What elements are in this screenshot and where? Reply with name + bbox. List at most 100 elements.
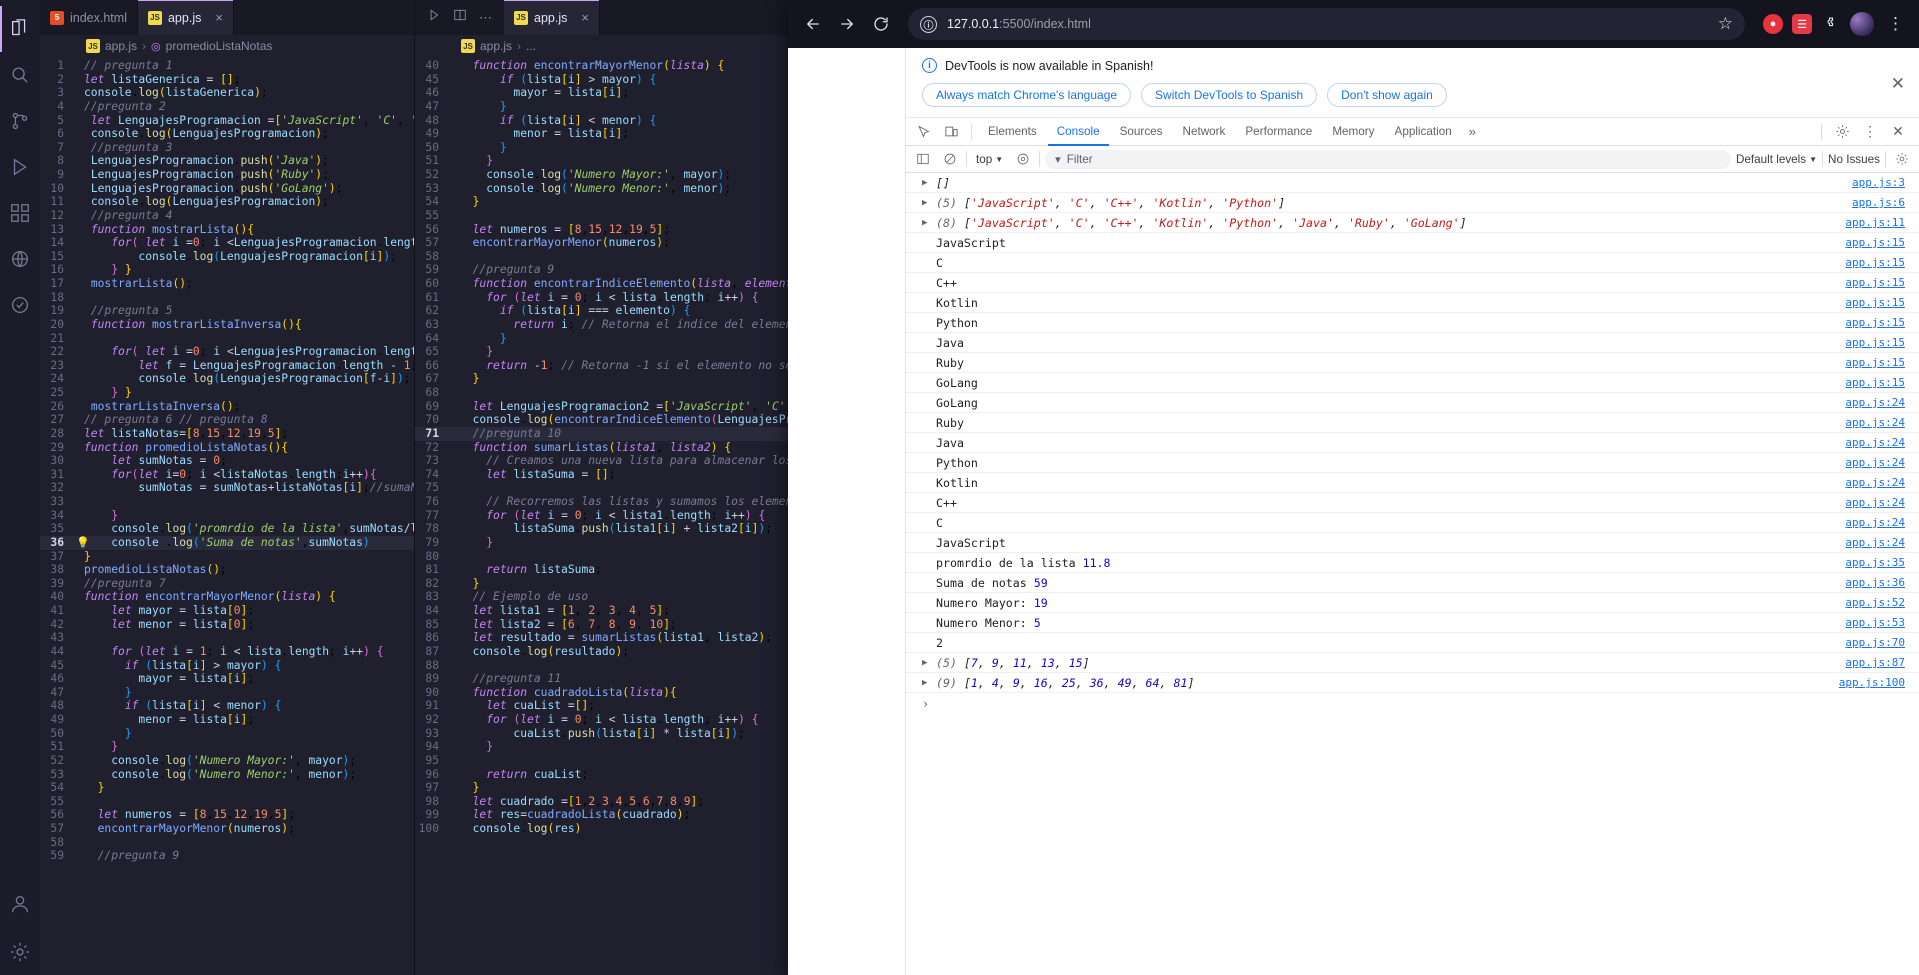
console-row[interactable]: Python app.js:15	[906, 313, 1919, 333]
tab-performance[interactable]: Performance	[1236, 118, 1321, 146]
tab-app-js[interactable]: JS app.js ×	[137, 0, 234, 35]
console-source-link[interactable]: app.js:15	[1845, 316, 1905, 329]
console-filter-input[interactable]: ▾ Filter	[1045, 149, 1731, 169]
console-source-link[interactable]: app.js:52	[1845, 596, 1905, 609]
profile-avatar[interactable]	[1850, 12, 1874, 36]
source-control-icon[interactable]	[0, 98, 40, 144]
console-source-link[interactable]: app.js:36	[1845, 576, 1905, 589]
console-source-link[interactable]: app.js:35	[1845, 556, 1905, 569]
console-message-list[interactable]: ▶[] app.js:3 ▶ (5) ['JavaScript', 'C', 'C++…	[906, 173, 1919, 975]
site-info-icon[interactable]: ⓘ	[920, 15, 937, 33]
tab-close-icon[interactable]: ×	[215, 10, 223, 25]
device-toolbar-icon[interactable]	[938, 120, 964, 144]
tab-sources[interactable]: Sources	[1111, 118, 1172, 146]
switch-to-spanish-button[interactable]: Switch DevTools to Spanish	[1141, 83, 1318, 107]
console-row[interactable]: Ruby app.js:15	[906, 353, 1919, 373]
more-actions-icon[interactable]: ⋯	[479, 10, 492, 26]
reload-icon[interactable]	[866, 9, 896, 39]
search-icon[interactable]	[0, 52, 40, 98]
console-row[interactable]: Kotlin app.js:15	[906, 293, 1919, 313]
console-source-link[interactable]: app.js:100	[1839, 676, 1905, 689]
settings-gear-icon[interactable]	[0, 929, 40, 975]
console-source-link[interactable]: app.js:15	[1845, 236, 1905, 249]
console-row[interactable]: promrdio de la lista 11.8 app.js:35	[906, 553, 1919, 573]
console-source-link[interactable]: app.js:24	[1845, 496, 1905, 509]
console-row[interactable]: Numero Menor: 5 app.js:53	[906, 613, 1919, 633]
split-editor-icon[interactable]	[453, 8, 467, 27]
explorer-icon[interactable]	[0, 6, 40, 52]
devtools-menu-icon[interactable]: ⋮	[1857, 120, 1883, 144]
console-settings-icon[interactable]	[1891, 148, 1913, 170]
log-levels-selector[interactable]: Default levels ▼	[1736, 153, 1817, 166]
code-editor-1[interactable]: 1 // pregunta 1 2 let listaGenerica = []; 3 c…	[40, 57, 414, 975]
console-source-link[interactable]: app.js:15	[1845, 376, 1905, 389]
console-row[interactable]: ▶ (8) ['JavaScript', 'C', 'C++', 'Kotlin'…	[906, 213, 1919, 233]
console-source-link[interactable]: app.js:15	[1845, 336, 1905, 349]
console-source-link[interactable]: app.js:24	[1845, 516, 1905, 529]
expand-arrow-icon[interactable]: ▶	[922, 198, 936, 208]
console-row[interactable]: Capp.js:24	[906, 513, 1919, 533]
extensions-icon[interactable]	[0, 190, 40, 236]
tab-app-js-2[interactable]: JS app.js ×	[504, 0, 600, 35]
run-debug-icon[interactable]	[0, 144, 40, 190]
tab-close-icon[interactable]: ×	[581, 10, 589, 25]
extension-pink-icon[interactable]: ☰	[1792, 14, 1812, 34]
banner-close-icon[interactable]: ✕	[1891, 74, 1905, 94]
console-sidebar-icon[interactable]	[912, 148, 934, 170]
console-source-link[interactable]: app.js:15	[1845, 296, 1905, 309]
console-source-link[interactable]: app.js:24	[1845, 436, 1905, 449]
lightbulb-icon[interactable]: 💡	[76, 536, 90, 550]
console-source-link[interactable]: app.js:24	[1845, 476, 1905, 489]
tab-memory[interactable]: Memory	[1323, 118, 1383, 146]
run-icon[interactable]	[427, 8, 441, 27]
console-row[interactable]: Suma de notas 59 app.js:36	[906, 573, 1919, 593]
account-icon[interactable]	[0, 883, 40, 929]
console-source-link[interactable]: app.js:15	[1845, 356, 1905, 369]
settings-gear-icon[interactable]	[1829, 120, 1855, 144]
console-row[interactable]: GoLang app.js:15	[906, 373, 1919, 393]
console-row[interactable]: Numero Mayor: 19 app.js:52	[906, 593, 1919, 613]
console-row[interactable]: Ruby app.js:24	[906, 413, 1919, 433]
bookmark-star-icon[interactable]: ☆	[1718, 14, 1733, 34]
console-row[interactable]: C++ app.js:15	[906, 273, 1919, 293]
console-source-link[interactable]: app.js:24	[1845, 536, 1905, 549]
execution-context-selector[interactable]: top ▼	[972, 153, 1007, 166]
back-arrow-icon[interactable]	[798, 9, 828, 39]
more-tabs-icon[interactable]: »	[1463, 124, 1482, 139]
console-row[interactable]: JavaScript app.js:15	[906, 233, 1919, 253]
live-expression-icon[interactable]	[1012, 148, 1034, 170]
console-source-link[interactable]: app.js:15	[1845, 276, 1905, 289]
expand-arrow-icon[interactable]: ▶	[922, 678, 936, 688]
chrome-menu-icon[interactable]: ⋮	[1883, 14, 1909, 34]
console-source-link[interactable]: app.js:87	[1845, 656, 1905, 669]
console-row[interactable]: 2 app.js:70	[906, 633, 1919, 653]
extension-red-icon[interactable]: ●	[1763, 14, 1783, 34]
breadcrumb-file[interactable]: app.js	[480, 39, 512, 53]
address-bar[interactable]: ⓘ 127.0.0.1:5500/index.html ☆	[908, 8, 1745, 40]
breadcrumb-symbol[interactable]: promedioListaNotas	[166, 39, 273, 53]
console-source-link[interactable]: app.js:6	[1852, 196, 1905, 209]
console-row[interactable]: JavaScript app.js:24	[906, 533, 1919, 553]
tab-elements[interactable]: Elements	[979, 118, 1046, 146]
console-row[interactable]: Kotlin app.js:24	[906, 473, 1919, 493]
dont-show-again-button[interactable]: Don't show again	[1327, 83, 1447, 107]
console-prompt[interactable]: ›	[906, 693, 1919, 715]
console-source-link[interactable]: app.js:53	[1845, 616, 1905, 629]
console-source-link[interactable]: app.js:3	[1852, 176, 1905, 189]
breadcrumb-symbol[interactable]: ...	[526, 39, 536, 53]
inspect-element-icon[interactable]	[910, 120, 936, 144]
expand-arrow-icon[interactable]: ▶	[922, 218, 936, 228]
console-source-link[interactable]: app.js:11	[1845, 216, 1905, 229]
extensions-puzzle-icon[interactable]	[1821, 14, 1841, 34]
console-row[interactable]: Java app.js:15	[906, 333, 1919, 353]
console-row[interactable]: ▶[] app.js:3	[906, 173, 1919, 193]
expand-arrow-icon[interactable]: ▶	[922, 178, 936, 188]
issues-status[interactable]: No Issues	[1828, 153, 1880, 166]
testing-icon[interactable]	[0, 282, 40, 328]
breadcrumb-file[interactable]: app.js	[105, 39, 137, 53]
console-row[interactable]: Java app.js:24	[906, 433, 1919, 453]
console-row[interactable]: ▶ (5) [7, 9, 11, 13, 15] app.js:87	[906, 653, 1919, 673]
clear-console-icon[interactable]	[939, 148, 961, 170]
console-row[interactable]: ▶ (5) ['JavaScript', 'C', 'C++', 'Kotlin'…	[906, 193, 1919, 213]
console-row[interactable]: ▶ (9) [1, 4, 9, 16, 25, 36, 49, 64, 81] ap…	[906, 673, 1919, 693]
